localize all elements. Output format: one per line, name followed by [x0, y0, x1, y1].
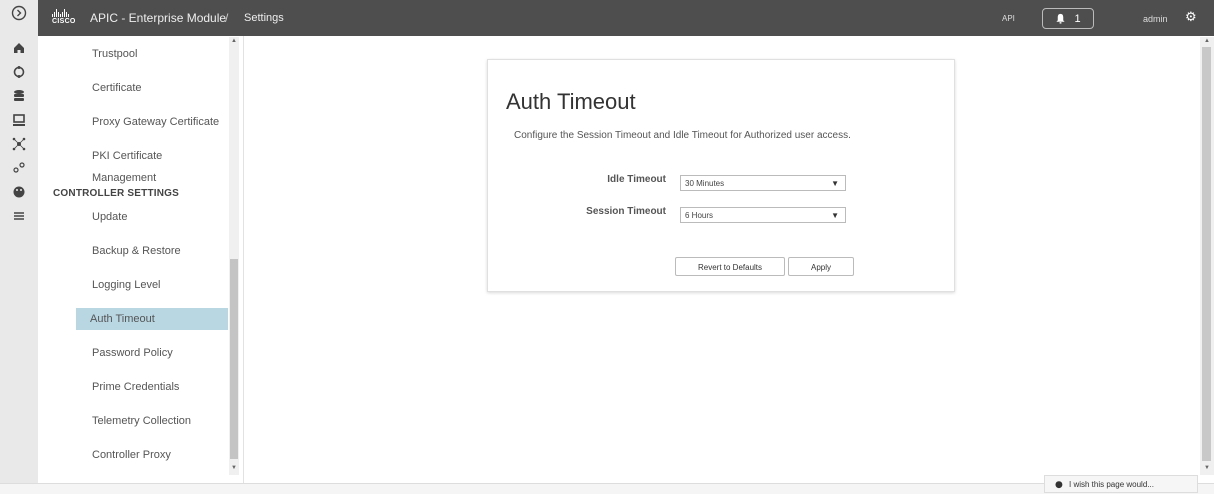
cisco-logo: CISCO — [52, 9, 76, 27]
feedback-button[interactable]: ● I wish this page would... — [1044, 475, 1198, 493]
auth-timeout-card: Auth Timeout Configure the Session Timeo… — [487, 59, 955, 292]
home-icon[interactable] — [0, 38, 38, 58]
notifications-button[interactable]: 1 — [1042, 8, 1094, 29]
device-icon[interactable] — [0, 110, 38, 130]
expand-icon[interactable] — [0, 3, 38, 23]
location-icon[interactable] — [0, 158, 38, 178]
notification-count: 1 — [1074, 12, 1081, 25]
top-bar: CISCO APIC - Enterprise Module / Setting… — [38, 0, 1214, 36]
sidebar-item-prime-credentials[interactable]: Prime Credentials — [77, 376, 227, 398]
app-title[interactable]: APIC - Enterprise Module — [90, 11, 226, 25]
sidebar-item-telemetry-collection[interactable]: Telemetry Collection — [77, 410, 227, 432]
network-icon[interactable] — [0, 134, 38, 154]
main-scroll-thumb[interactable] — [1202, 47, 1211, 461]
sidebar-item-auth-timeout[interactable]: Auth Timeout — [76, 308, 228, 330]
feedback-label: I wish this page would... — [1069, 480, 1154, 489]
idle-timeout-select[interactable]: 30 Minutes ▼ — [680, 175, 846, 191]
apply-button[interactable]: Apply — [788, 257, 854, 276]
speech-bubble-icon: ● — [1055, 480, 1063, 490]
page-title: Auth Timeout — [506, 89, 636, 114]
sidebar-item-pki-certificate-management[interactable]: PKI Certificate Management — [77, 145, 227, 184]
left-rail — [0, 0, 39, 493]
sidebar-item-proxy-gateway-certificate[interactable]: Proxy Gateway Certificate — [77, 111, 227, 133]
settings-sidebar: Trustpool Certificate Proxy Gateway Cert… — [38, 36, 244, 483]
session-timeout-select[interactable]: 6 Hours ▼ — [680, 207, 846, 223]
idle-timeout-value: 30 Minutes — [685, 179, 725, 188]
logo-text: CISCO — [52, 18, 76, 25]
sidebar-item-update[interactable]: Update — [77, 206, 227, 228]
card-description: Configure the Session Timeout and Idle T… — [514, 130, 851, 141]
breadcrumb-separator: / — [225, 11, 229, 25]
palette-icon[interactable] — [0, 182, 38, 202]
gear-icon[interactable]: ⚙ — [1185, 10, 1197, 25]
sidebar-item-certificate[interactable]: Certificate — [77, 77, 227, 99]
chevron-down-icon: ▼ — [831, 211, 839, 220]
user-menu[interactable]: admin — [1143, 14, 1168, 24]
sidebar-scroll-thumb[interactable] — [230, 259, 238, 459]
sidebar-item-trustpool[interactable]: Trustpool — [77, 43, 227, 65]
session-timeout-value: 6 Hours — [685, 211, 714, 220]
topology-icon[interactable] — [0, 62, 38, 82]
main-scroll-up-icon[interactable]: ▲ — [1203, 38, 1211, 44]
bell-icon — [1056, 13, 1066, 24]
sidebar-item-password-policy[interactable]: Password Policy — [77, 342, 227, 364]
database-icon[interactable] — [0, 86, 38, 106]
breadcrumb-settings: Settings — [244, 12, 284, 24]
sidebar-scrollbar[interactable]: ▲ ▼ — [229, 37, 239, 475]
sidebar-item-logging-level[interactable]: Logging Level — [77, 274, 227, 296]
scroll-down-icon[interactable]: ▼ — [230, 465, 238, 471]
footer-bar — [0, 483, 1214, 494]
main-scroll-down-icon[interactable]: ▼ — [1203, 465, 1211, 471]
revert-to-defaults-button[interactable]: Revert to Defaults — [675, 257, 785, 276]
sidebar-item-controller-proxy[interactable]: Controller Proxy — [77, 444, 227, 466]
sidebar-item-backup-restore[interactable]: Backup & Restore — [77, 240, 227, 262]
main-scrollbar[interactable]: ▲ ▼ — [1200, 37, 1214, 475]
chevron-down-icon: ▼ — [831, 179, 839, 188]
section-controller-settings: CONTROLLER SETTINGS — [53, 188, 180, 199]
session-timeout-label: Session Timeout — [586, 206, 666, 217]
scroll-up-icon[interactable]: ▲ — [230, 38, 238, 44]
idle-timeout-label: Idle Timeout — [607, 174, 666, 185]
api-link[interactable]: API — [1002, 14, 1015, 23]
policy-icon[interactable] — [0, 206, 38, 226]
